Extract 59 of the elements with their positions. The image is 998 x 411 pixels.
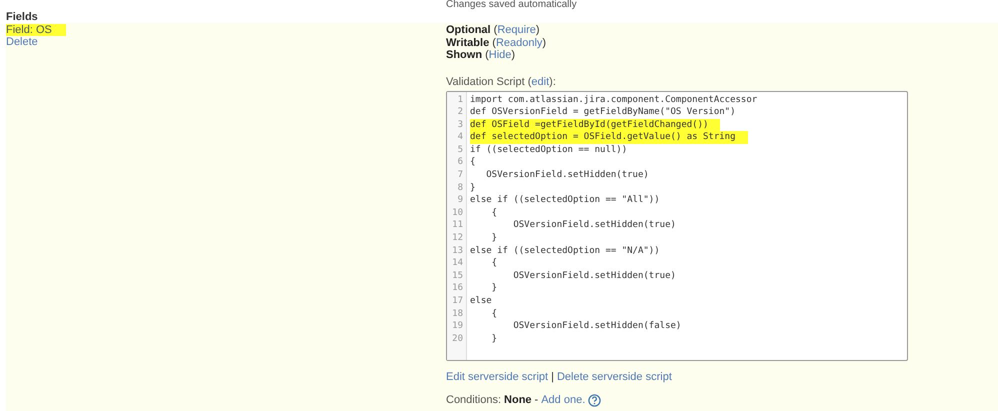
code-line: {: [490, 206, 498, 220]
line-number: 10: [451, 206, 464, 220]
line-number: 7: [456, 169, 464, 182]
line-number: 15: [451, 270, 464, 282]
code-line: if ((selectedOption == null)): [470, 144, 628, 156]
line-number: 17: [451, 295, 464, 308]
line-number: 2: [456, 106, 464, 119]
code-line: {: [490, 308, 498, 320]
add-condition-link[interactable]: Add one.: [541, 394, 586, 406]
line-number: 3: [456, 118, 464, 132]
script-link[interactable]: Delete serverside script: [556, 370, 672, 382]
code-line: else if ((selectedOption == "N/A")): [470, 244, 660, 258]
code-line: {: [490, 257, 498, 270]
code-line: import com.atlassian.jira.component.ComponentAccessor: [470, 94, 758, 106]
validation-label: Validation Script (edit):: [446, 76, 556, 88]
line-number: 1: [456, 94, 464, 106]
code-line: else: [470, 295, 492, 308]
line-number: 5: [456, 144, 464, 156]
code-line: else if ((selectedOption == "All")): [470, 194, 660, 207]
line-number: 19: [451, 320, 464, 333]
code-line: }: [470, 182, 476, 194]
delete-link[interactable]: Delete: [6, 36, 38, 48]
status-note: Changes saved automatically: [446, 0, 577, 10]
line-number: 12: [451, 232, 464, 245]
code-line: OSVersionField.setHidden(true): [512, 219, 676, 232]
code-line: def OSVersionField = getFieldByName("OS Version"): [470, 106, 736, 119]
edit-link[interactable]: edit: [531, 76, 550, 88]
line-number: 16: [451, 282, 464, 295]
conditions-label: Conditions:: [446, 394, 502, 406]
line-number: 6: [456, 156, 464, 170]
toggle-link[interactable]: Require: [497, 24, 536, 36]
line-number: 11: [451, 219, 464, 232]
line-number: 4: [456, 131, 464, 144]
line-number: 9: [456, 194, 464, 207]
property-setting: Shown (Hide): [446, 49, 516, 62]
code-line: }: [490, 332, 498, 346]
code-line: OSVersionField.setHidden(false): [512, 320, 682, 333]
property-setting: Writable (Readonly): [446, 36, 546, 49]
conditions-value: None: [504, 394, 532, 406]
code-line: }: [490, 232, 498, 245]
code-line: {: [470, 156, 476, 170]
separator: -: [534, 394, 538, 406]
line-number: 18: [451, 308, 464, 320]
property-setting: Optional (Require): [446, 24, 540, 36]
help-icon[interactable]: [588, 394, 602, 406]
toggle-link[interactable]: Readonly: [496, 36, 542, 48]
field-name: Field: OS: [6, 24, 66, 36]
script-link[interactable]: Edit serverside script: [446, 370, 548, 382]
code-line: OSVersionField.setHidden(true): [512, 270, 676, 282]
code-line: }: [490, 282, 498, 295]
code-line: OSVersionField.setHidden(true): [485, 169, 649, 182]
line-number: 13: [451, 244, 464, 258]
separator: |: [551, 370, 554, 382]
toggle-link[interactable]: Hide: [488, 49, 512, 61]
code-editor[interactable]: [446, 90, 908, 360]
line-number: 8: [456, 182, 464, 194]
line-number: 20: [451, 332, 464, 346]
section-heading: Fields: [5, 10, 39, 23]
line-number: 14: [451, 257, 464, 270]
